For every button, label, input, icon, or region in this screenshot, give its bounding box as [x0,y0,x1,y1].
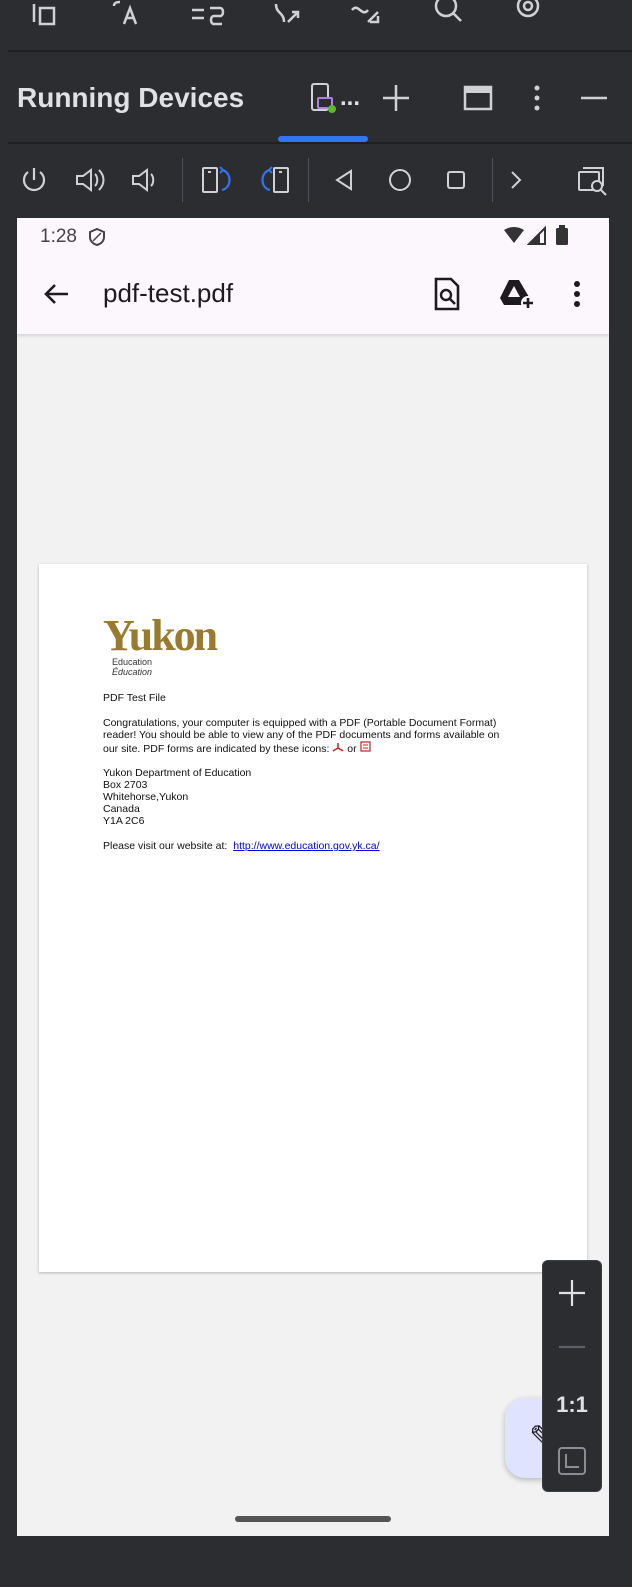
zoom-actual-size-button[interactable]: 1:1 [543,1381,601,1429]
website-label: Please visit our website at: [103,840,228,852]
power-button[interactable] [16,162,52,198]
pdf-paragraph-line: our site. PDF forms are indicated by the… [103,741,372,756]
pdf-paragraph-or: or [347,743,357,755]
plus-icon [383,85,409,111]
back-arrow-icon [44,284,68,304]
device-screen[interactable]: 1:28 pdf-test.pdf Yukon Education Éducat… [17,218,609,1536]
zoom-in-button[interactable] [543,1269,601,1317]
vertical-dots-icon [574,281,580,307]
acrobat-icon [332,743,344,752]
pdf-page[interactable]: Yukon Education Éducation PDF Test File … [39,564,587,1272]
minus-icon [559,1345,585,1349]
screenshot-button[interactable] [574,162,610,198]
logo-subtitle-fr: Éducation [112,667,153,677]
more-options-button[interactable] [522,78,552,118]
fit-screen-icon [558,1447,586,1475]
toolbar-separator [182,158,183,202]
volume-down-button[interactable] [128,162,164,198]
home-icon [389,169,411,191]
pdf-form-icon [359,741,371,752]
minimize-icon [581,96,607,100]
address-line: Whitehorse,Yukon [103,791,189,803]
status-time: 1:28 [40,226,77,247]
list-sort-icon[interactable] [168,0,248,35]
logo-subtitle-en: Education [112,657,153,667]
wifi-icon [504,227,524,243]
toolbar-separator [492,158,493,202]
address-line: Box 2703 [103,779,148,791]
address-line: Y1A 2C6 [103,815,145,827]
find-in-file-button[interactable] [427,274,467,314]
hide-panel-button[interactable] [574,78,614,118]
waveform-icon[interactable] [328,0,408,35]
toolbar-separator [308,158,309,202]
rotate-right-icon [261,166,289,193]
pdf-heading: PDF Test File [103,692,166,704]
overview-button[interactable] [438,162,474,198]
zoom-controls: 1:1 [542,1260,602,1492]
pdf-paragraph-line: Congratulations, your computer is equipp… [103,717,497,729]
zoom-fit-button[interactable] [543,1437,601,1485]
zoom-ratio: 1:1 [556,1392,588,1417]
device-toolbar [8,144,632,216]
panel-header: Running Devices ... [8,52,632,142]
website-link[interactable]: http://www.education.gov.yk.ca/ [233,840,379,852]
shield-icon [89,227,105,247]
device-tab[interactable]: ... [304,78,364,118]
power-icon [22,168,46,192]
ide-top-toolbar [8,0,632,48]
settings-icon[interactable] [488,0,568,35]
back-icon [335,169,352,191]
layout-icon[interactable] [8,0,88,35]
screenshot-icon [578,167,607,196]
window-mode-button[interactable] [460,78,496,118]
find-in-page-icon [434,277,460,311]
status-bar: 1:28 [17,218,609,256]
website-line: Please visit our website at: http://www.… [103,840,380,853]
search-icon[interactable] [408,0,488,35]
rotate-right-button[interactable] [256,162,292,198]
volume-down-icon [132,168,155,192]
volume-up-button[interactable] [72,162,108,198]
cellular-signal-icon [527,226,546,245]
add-device-button[interactable] [378,78,414,118]
back-button[interactable] [326,162,362,198]
pdf-paragraph-line: reader! You should be able to view any o… [103,729,500,741]
gesture-nav-bar [17,1502,609,1536]
plus-icon [559,1280,585,1306]
address-line: Canada [103,803,140,815]
home-gesture-handle[interactable] [235,1516,391,1522]
document-title: pdf-test.pdf [103,278,234,308]
chevron-right-icon [511,171,522,189]
rotate-left-button[interactable] [200,162,236,198]
pdf-paragraph-text: our site. PDF forms are indicated by the… [103,743,330,755]
app-bar: pdf-test.pdf [17,256,609,334]
battery-icon [556,225,568,245]
panel-title: Running Devices [17,82,245,113]
address-line: Yukon Department of Education [103,767,252,779]
zoom-out-button[interactable] [543,1323,601,1371]
tab-overflow: ... [339,84,360,111]
save-to-drive-button[interactable] [497,274,537,314]
branch-arrow-icon[interactable] [248,0,328,35]
volume-up-icon [76,168,105,192]
yukon-logo: Yukon [103,611,218,660]
drive-add-icon [500,280,535,310]
phone-device-icon [310,83,336,113]
home-button[interactable] [382,162,418,198]
text-case-icon[interactable] [88,0,168,35]
back-arrow-button[interactable] [37,274,77,314]
vertical-dots-icon [534,85,540,111]
window-icon [463,85,493,111]
rotate-left-icon [202,166,231,193]
overflow-menu-button[interactable] [557,274,597,314]
more-controls-button[interactable] [498,162,534,198]
overview-icon [447,171,465,189]
